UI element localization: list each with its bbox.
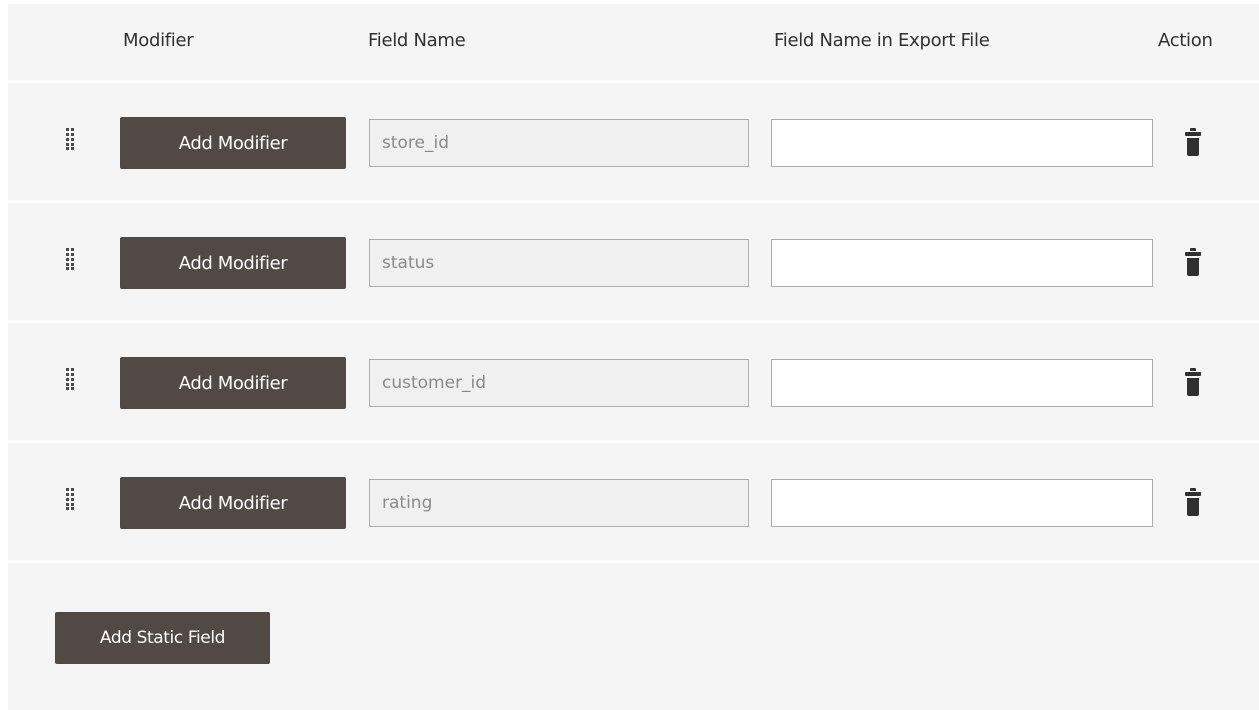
add-modifier-button[interactable]: Add Modifier bbox=[120, 237, 346, 289]
table-row: Add Modifier store_id bbox=[8, 83, 1259, 199]
column-header-export-name: Field Name in Export File bbox=[774, 30, 990, 51]
add-modifier-button[interactable]: Add Modifier bbox=[120, 117, 346, 169]
table-row: Add Modifier status bbox=[8, 203, 1259, 319]
field-name-input[interactable]: customer_id bbox=[369, 359, 749, 407]
export-fields-panel: Modifier Field Name Field Name in Export… bbox=[8, 4, 1259, 710]
export-name-input[interactable] bbox=[771, 119, 1153, 167]
field-name-input[interactable]: status bbox=[369, 239, 749, 287]
trash-icon[interactable] bbox=[1185, 368, 1201, 398]
drag-handle-icon[interactable] bbox=[66, 248, 76, 270]
trash-icon[interactable] bbox=[1185, 128, 1201, 158]
table-row: Add Modifier rating bbox=[8, 443, 1259, 559]
field-name-input[interactable]: rating bbox=[369, 479, 749, 527]
column-header-modifier: Modifier bbox=[123, 30, 194, 51]
export-name-input[interactable] bbox=[771, 479, 1153, 527]
add-modifier-button[interactable]: Add Modifier bbox=[120, 357, 346, 409]
trash-icon[interactable] bbox=[1185, 488, 1201, 518]
drag-handle-icon[interactable] bbox=[66, 128, 76, 150]
add-modifier-button[interactable]: Add Modifier bbox=[120, 477, 346, 529]
column-header-field-name: Field Name bbox=[368, 30, 466, 51]
field-name-input[interactable]: store_id bbox=[369, 119, 749, 167]
export-name-input[interactable] bbox=[771, 359, 1153, 407]
row-divider bbox=[8, 560, 1259, 563]
column-header-action: Action bbox=[1158, 30, 1213, 51]
drag-handle-icon[interactable] bbox=[66, 488, 76, 510]
table-row: Add Modifier customer_id bbox=[8, 323, 1259, 439]
export-name-input[interactable] bbox=[771, 239, 1153, 287]
add-static-field-button[interactable]: Add Static Field bbox=[55, 612, 270, 664]
drag-handle-icon[interactable] bbox=[66, 368, 76, 390]
table-header: Modifier Field Name Field Name in Export… bbox=[8, 4, 1259, 80]
trash-icon[interactable] bbox=[1185, 248, 1201, 278]
